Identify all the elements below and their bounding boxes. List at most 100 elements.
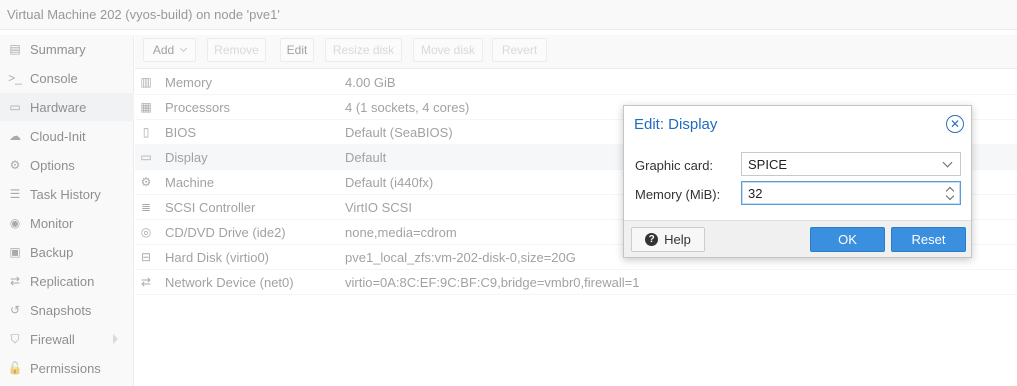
- edit-button-label: Edit: [286, 43, 308, 57]
- database-icon: ≣: [140, 200, 152, 214]
- desktop-icon: ▭: [140, 150, 152, 164]
- sidebar-item-task-history[interactable]: ☰ Task History: [0, 180, 134, 208]
- cdrom-icon: ◎: [140, 225, 152, 239]
- close-icon[interactable]: ✕: [946, 115, 964, 133]
- ok-button[interactable]: OK: [810, 227, 885, 252]
- hardware-name: Machine: [165, 175, 215, 190]
- sidebar-item-console[interactable]: >_ Console: [0, 64, 134, 92]
- dialog-title: Edit: Display: [634, 116, 718, 133]
- sidebar-item-snapshots[interactable]: ↺ Snapshots: [0, 296, 134, 324]
- retweet-icon: ⇄: [9, 274, 21, 288]
- table-row[interactable]: ⇄ Network Device (net0) virtio=0A:8C:EF:9C…: [135, 270, 1017, 295]
- remove-button[interactable]: Remove: [207, 38, 266, 62]
- graphic-card-label: Graphic card:: [635, 158, 714, 173]
- edit-display-dialog: Edit: Display ✕ Graphic card: SPICE Memo…: [623, 105, 972, 258]
- hardware-name: Processors: [165, 100, 231, 115]
- sidebar-item-label: Firewall: [30, 331, 75, 347]
- hardware-name: SCSI Controller: [165, 200, 256, 215]
- sidebar-item-replication[interactable]: ⇄ Replication: [0, 267, 134, 295]
- window-title: Virtual Machine 202 (vyos-build) on node…: [7, 7, 280, 22]
- sidebar-item-monitor[interactable]: ◉ Monitor: [0, 209, 134, 237]
- sidebar-item-label: Monitor: [30, 215, 74, 231]
- sidebar-item-label: Task History: [30, 186, 101, 202]
- microchip-icon: ▯: [142, 125, 150, 139]
- hardware-name: Memory: [165, 75, 212, 90]
- dialog-header: Edit: Display ✕: [624, 106, 971, 141]
- edit-button[interactable]: Edit: [280, 38, 314, 62]
- sidebar: ▤ Summary >_ Console ▭ Hardware ☁ Cloud-Init ⚙ Op…: [0, 35, 134, 386]
- sidebar-item-label: Options: [30, 157, 75, 173]
- memory-value: 32: [748, 186, 763, 201]
- sidebar-item-label: Permissions: [30, 360, 101, 376]
- hardware-value: Default (SeaBIOS): [345, 125, 453, 140]
- eye-icon: ◉: [9, 216, 21, 230]
- hardware-name: Network Device (net0): [165, 275, 294, 290]
- monitor-icon: ▭: [9, 100, 21, 114]
- memory-icon: ▥: [140, 75, 152, 89]
- sidebar-item-summary[interactable]: ▤ Summary: [0, 35, 134, 63]
- sidebar-item-label: Snapshots: [30, 302, 92, 318]
- window-title-bar: Virtual Machine 202 (vyos-build) on node…: [0, 0, 1017, 30]
- sidebar-item-permissions[interactable]: 🔓 Permissions: [0, 354, 134, 382]
- sidebar-item-cloud-init[interactable]: ☁ Cloud-Init: [0, 122, 134, 150]
- resize-disk-button[interactable]: Resize disk: [325, 38, 402, 62]
- reset-button-label: Reset: [911, 232, 946, 247]
- question-circle-icon: ?: [645, 233, 659, 246]
- sidebar-item-backup[interactable]: ▣ Backup: [0, 238, 134, 266]
- hardware-value: VirtIO SCSI: [345, 200, 412, 215]
- sidebar-item-label: Hardware: [30, 99, 87, 115]
- unlock-icon: 🔓: [7, 361, 23, 375]
- add-button[interactable]: Add: [143, 38, 196, 62]
- hardware-value: Default: [345, 150, 387, 165]
- cogs-icon: ⚙: [140, 175, 152, 189]
- resize-disk-label: Resize disk: [332, 43, 395, 57]
- shield-icon: ⛉: [10, 331, 20, 346]
- help-button[interactable]: ? Help: [631, 227, 705, 252]
- reset-button[interactable]: Reset: [891, 227, 966, 252]
- hardware-value: none,media=cdrom: [345, 225, 457, 240]
- cpu-icon: ▦: [140, 100, 152, 114]
- graphic-card-select[interactable]: SPICE: [741, 152, 961, 176]
- spin-down-icon[interactable]: [945, 191, 955, 201]
- table-row[interactable]: ▥ Memory 4.00 GiB: [135, 70, 1017, 95]
- list-icon: ☰: [9, 187, 21, 201]
- sidebar-item-options[interactable]: ⚙ Options: [0, 151, 134, 179]
- dialog-footer: ? Help OK Reset: [624, 220, 971, 257]
- memory-input[interactable]: 32: [741, 181, 961, 205]
- hardware-toolbar: Add Remove Edit Resize disk Move disk Re…: [135, 35, 1017, 69]
- graphic-card-value: SPICE: [748, 157, 788, 172]
- move-disk-label: Move disk: [420, 43, 476, 57]
- exchange-icon: ⇄: [140, 275, 152, 289]
- revert-button[interactable]: Revert: [492, 38, 547, 62]
- memory-label: Memory (MiB):: [635, 187, 721, 202]
- gear-icon: ⚙: [9, 158, 21, 172]
- hardware-name: BIOS: [165, 125, 197, 140]
- hardware-name: Display: [165, 150, 208, 165]
- hardware-name: CD/DVD Drive (ide2): [165, 225, 286, 240]
- revert-button-label: Revert: [501, 43, 538, 57]
- hardware-value: pve1_local_zfs:vm-202-disk-0,size=20G: [345, 250, 576, 265]
- expand-arrow-icon[interactable]: [113, 334, 118, 344]
- summary-icon: ▤: [9, 42, 21, 56]
- hardware-value: 4 (1 sockets, 4 cores): [345, 100, 470, 115]
- hardware-value: virtio=0A:8C:EF:9C:BF:C9,bridge=vmbr0,fi…: [345, 275, 640, 290]
- sidebar-item-label: Console: [30, 70, 78, 86]
- cloud-icon: ☁: [9, 129, 21, 143]
- terminal-icon: >_: [8, 71, 22, 85]
- remove-button-label: Remove: [214, 43, 259, 57]
- add-button-label: Add: [152, 43, 175, 57]
- hardware-value: Default (i440fx): [345, 175, 434, 190]
- help-button-label: Help: [664, 232, 691, 247]
- move-disk-button[interactable]: Move disk: [413, 38, 483, 62]
- sidebar-item-label: Cloud-Init: [30, 128, 86, 144]
- floppy-icon: ▣: [9, 245, 21, 259]
- chevron-down-icon: [180, 44, 188, 53]
- sidebar-item-label: Replication: [30, 273, 95, 289]
- hardware-name: Hard Disk (virtio0): [165, 250, 270, 265]
- ok-button-label: OK: [838, 232, 857, 247]
- hdd-icon: ⊟: [140, 250, 152, 264]
- sidebar-item-label: Backup: [30, 244, 74, 260]
- hardware-value: 4.00 GiB: [345, 75, 396, 90]
- sidebar-item-firewall[interactable]: ⛉ Firewall: [0, 325, 134, 353]
- sidebar-item-hardware[interactable]: ▭ Hardware: [0, 93, 134, 121]
